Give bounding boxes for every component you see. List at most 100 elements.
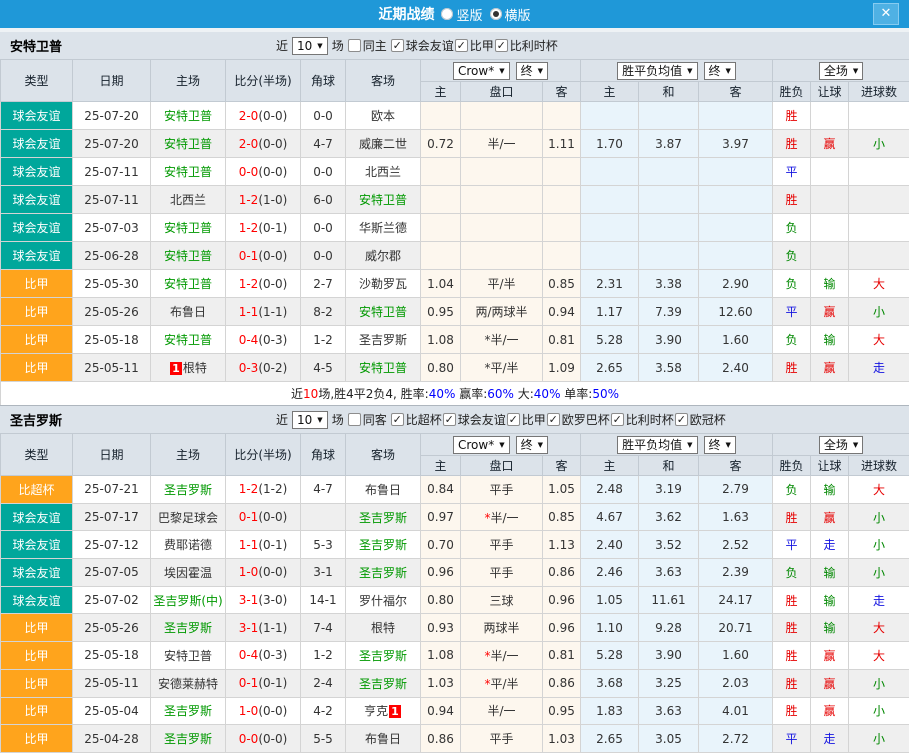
date-cell: 25-07-21 bbox=[73, 476, 151, 504]
summary-segment: 40% bbox=[429, 387, 456, 401]
home-odds-cell: 0.72 bbox=[421, 130, 461, 158]
fulltime-score: 3-1 bbox=[239, 621, 259, 635]
match-row: 比甲25-05-18安特卫普0-4(0-3)1-2圣吉罗斯1.08*半/一0.8… bbox=[1, 642, 909, 670]
mean-select[interactable]: 胜平负均值▼ bbox=[617, 62, 697, 80]
games-count-select[interactable]: 10▼ bbox=[292, 37, 328, 55]
radio-label-text: 横版 bbox=[505, 5, 531, 24]
mean-draw-cell bbox=[639, 186, 699, 214]
league-filter-checkbox[interactable]: ✓欧冠杯 bbox=[675, 411, 726, 428]
away-team-cell: 罗什福尔 bbox=[346, 586, 421, 614]
date-cell: 25-07-11 bbox=[73, 186, 151, 214]
league-filter-checkbox[interactable]: ✓比利时杯 bbox=[611, 411, 674, 428]
mean-time-select[interactable]: 终▼ bbox=[704, 62, 736, 80]
col-corner: 角球 bbox=[301, 434, 346, 476]
checkbox-label: 同客 bbox=[363, 411, 387, 428]
league-filter-checkbox[interactable]: ✓比超杯 bbox=[391, 411, 442, 428]
handicap-cell: 平手 bbox=[461, 725, 543, 753]
fulltime-score: 0-4 bbox=[239, 648, 259, 662]
col-date: 日期 bbox=[73, 434, 151, 476]
mean-away-cell: 2.03 bbox=[699, 669, 773, 697]
league-filter-checkbox[interactable]: ✓比甲 bbox=[507, 411, 546, 428]
handicap-cell: *半/一 bbox=[461, 503, 543, 531]
checkbox-label: 球会友谊 bbox=[406, 37, 454, 54]
away-team-cell: 安特卫普 bbox=[346, 298, 421, 326]
goals-result-cell: 大 bbox=[849, 326, 909, 354]
mean-home-cell: 5.28 bbox=[581, 642, 639, 670]
league-filter-checkbox[interactable]: ✓比甲 bbox=[455, 37, 494, 54]
checkbox-label: 比超杯 bbox=[406, 411, 442, 428]
mean-home-cell: 2.31 bbox=[581, 270, 639, 298]
scope-select[interactable]: 全场▼ bbox=[819, 436, 863, 454]
games-label: 场 bbox=[332, 37, 344, 54]
checkbox-label: 比甲 bbox=[470, 37, 494, 54]
close-button[interactable]: ✕ bbox=[873, 3, 899, 25]
home-odds-cell: 1.04 bbox=[421, 270, 461, 298]
home-team-cell: 安德莱赫特 bbox=[151, 669, 226, 697]
halftime-score: (0-2) bbox=[258, 361, 287, 375]
titlebar: 近期战绩 竖版横版 ✕ bbox=[0, 0, 909, 28]
home-team-cell: 埃因霍温 bbox=[151, 559, 226, 587]
col-odds-home: 主 bbox=[421, 456, 461, 476]
handicap-star: * bbox=[484, 511, 490, 525]
league-filter-checkbox[interactable]: ✓欧罗巴杯 bbox=[547, 411, 610, 428]
same-side-checkbox[interactable]: 同主 bbox=[348, 37, 387, 54]
score-cell: 0-4(0-3) bbox=[226, 642, 301, 670]
away-odds-cell: 0.85 bbox=[543, 270, 581, 298]
scope-select[interactable]: 全场▼ bbox=[819, 62, 863, 80]
checkbox-icon: ✓ bbox=[611, 413, 624, 426]
league-filter-checkbox[interactable]: ✓球会友谊 bbox=[443, 411, 506, 428]
caret-down-icon: ▼ bbox=[499, 441, 504, 449]
home-team-cell: 圣吉罗斯 bbox=[151, 725, 226, 753]
date-cell: 25-05-11 bbox=[73, 354, 151, 382]
col-home: 主场 bbox=[151, 60, 226, 102]
match-row: 球会友谊25-07-11北西兰1-2(1-0)6-0安特卫普胜 bbox=[1, 186, 909, 214]
halftime-score: (0-0) bbox=[258, 277, 287, 291]
score-cell: 1-2(1-2) bbox=[226, 476, 301, 504]
away-team-cell: 安特卫普 bbox=[346, 186, 421, 214]
mean-away-cell: 2.52 bbox=[699, 531, 773, 559]
fulltime-score: 0-1 bbox=[239, 676, 259, 690]
mean-draw-cell: 3.87 bbox=[639, 130, 699, 158]
mean-select[interactable]: 胜平负均值▼ bbox=[617, 436, 697, 454]
odds-company-select[interactable]: Crow*▼ bbox=[453, 436, 510, 454]
summary-segment: 60% bbox=[487, 387, 514, 401]
fulltime-score: 0-1 bbox=[239, 510, 259, 524]
goals-result-cell bbox=[849, 242, 909, 270]
date-cell: 25-07-05 bbox=[73, 559, 151, 587]
away-team-cell: 圣吉罗斯 bbox=[346, 642, 421, 670]
goals-result-cell: 小 bbox=[849, 503, 909, 531]
odds-time-select[interactable]: 终▼ bbox=[516, 436, 548, 454]
result-cell: 胜 bbox=[773, 130, 811, 158]
away-team-cell: 布鲁日 bbox=[346, 725, 421, 753]
score-cell: 2-0(0-0) bbox=[226, 130, 301, 158]
checkbox-label: 比利时杯 bbox=[626, 411, 674, 428]
mean-time-select[interactable]: 终▼ bbox=[704, 436, 736, 454]
away-odds-cell: 1.13 bbox=[543, 531, 581, 559]
handicap-star: * bbox=[484, 361, 490, 375]
col-score: 比分(半场) bbox=[226, 434, 301, 476]
goals-result-cell: 小 bbox=[849, 697, 909, 725]
league-filter-checkbox[interactable]: ✓球会友谊 bbox=[391, 37, 454, 54]
odds-company-select[interactable]: Crow*▼ bbox=[453, 62, 510, 80]
view-mode-radio[interactable]: 竖版 bbox=[441, 5, 482, 24]
league-filter-checkbox[interactable]: ✓比利时杯 bbox=[495, 37, 558, 54]
home-team-cell: 巴黎足球会 bbox=[151, 503, 226, 531]
mean-home-cell bbox=[581, 214, 639, 242]
mean-home-cell: 4.67 bbox=[581, 503, 639, 531]
games-count-select[interactable]: 10▼ bbox=[292, 411, 328, 429]
col-handicap: 盘口 bbox=[461, 456, 543, 476]
near-label: 近 bbox=[276, 37, 288, 54]
score-cell: 1-0(0-0) bbox=[226, 559, 301, 587]
mean-draw-cell: 3.38 bbox=[639, 270, 699, 298]
odds-time-select[interactable]: 终▼ bbox=[516, 62, 548, 80]
halftime-score: (1-2) bbox=[258, 482, 287, 496]
home-odds-cell bbox=[421, 242, 461, 270]
result-cell: 负 bbox=[773, 476, 811, 504]
result-cell: 平 bbox=[773, 158, 811, 186]
result-cell: 胜 bbox=[773, 669, 811, 697]
same-side-checkbox[interactable]: 同客 bbox=[348, 411, 387, 428]
view-mode-radio[interactable]: 横版 bbox=[490, 5, 531, 24]
fulltime-score: 2-0 bbox=[239, 137, 259, 151]
mean-away-cell: 3.97 bbox=[699, 130, 773, 158]
handicap-cell bbox=[461, 242, 543, 270]
